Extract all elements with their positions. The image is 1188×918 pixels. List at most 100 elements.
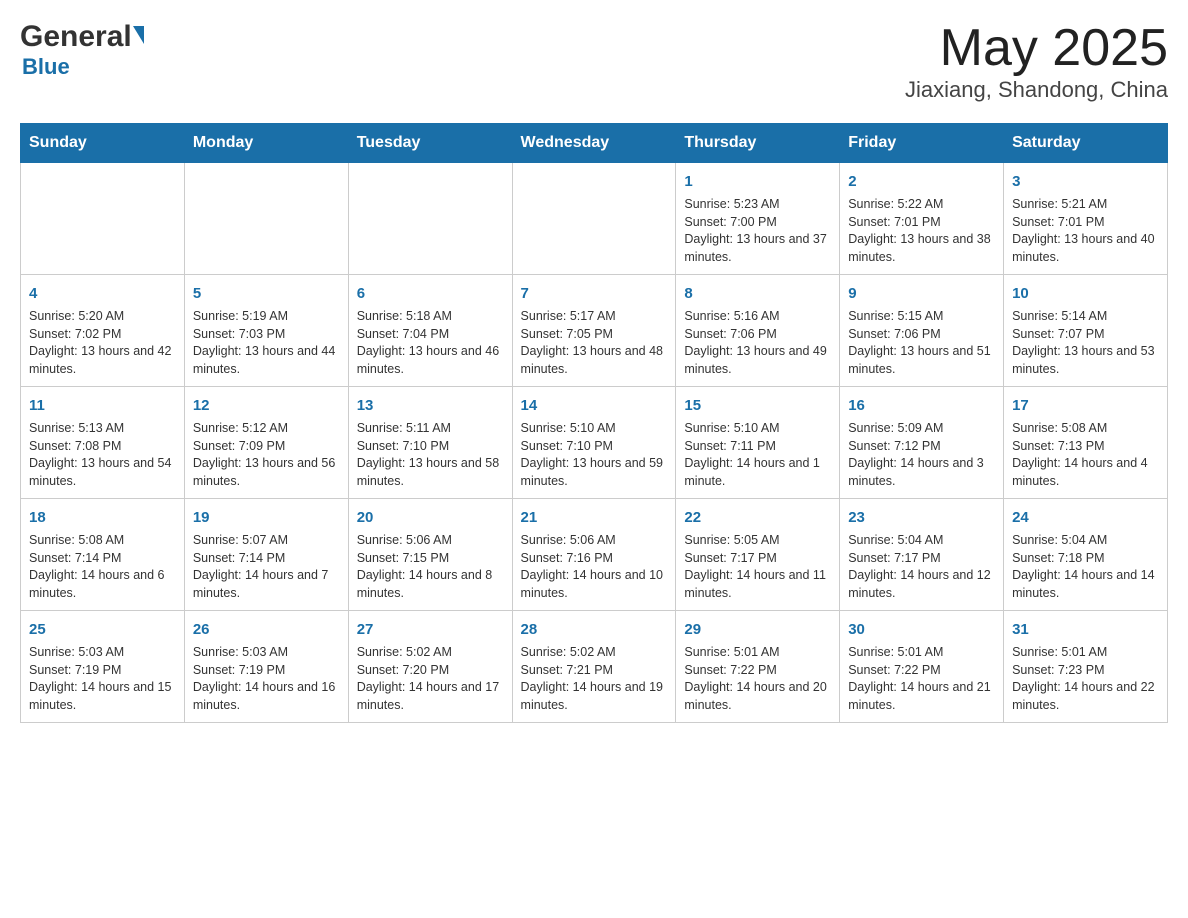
day-info: Sunrise: 5:10 AM Sunset: 7:10 PM Dayligh… [521,420,668,490]
day-number: 9 [848,283,995,304]
calendar-day-cell: 22Sunrise: 5:05 AM Sunset: 7:17 PM Dayli… [676,499,840,611]
day-info: Sunrise: 5:09 AM Sunset: 7:12 PM Dayligh… [848,420,995,490]
calendar-day-cell: 19 Sunrise: 5:07 AM Sunset: 7:14 PM Dayli… [184,499,348,611]
day-info: Sunrise: 5:03 AM Sunset: 7:19 PM Dayligh… [193,644,340,714]
day-info: Sunrise: 5:08 AM Sunset: 7:13 PM Dayligh… [1012,420,1159,490]
day-number: 26 [193,619,340,640]
day-number: 15 [684,395,831,416]
calendar-body: 1 Sunrise: 5:23 AM Sunset: 7:00 PM Daylig… [21,163,1168,723]
weekday-header-monday: Monday [184,124,348,163]
day-info: Sunrise: 5:18 AM Sunset: 7:04 PM Dayligh… [357,308,504,378]
calendar-day-cell [512,163,676,275]
calendar-day-cell: 11Sunrise: 5:13 AM Sunset: 7:08 PM Dayli… [21,387,185,499]
day-number: 4 [29,283,176,304]
calendar-day-cell: 20 Sunrise: 5:06 AM Sunset: 7:15 PM Dayli… [348,499,512,611]
day-number: 10 [1012,283,1159,304]
weekday-header-thursday: Thursday [676,124,840,163]
calendar-day-cell: 7 Sunrise: 5:17 AM Sunset: 7:05 PM Daylig… [512,275,676,387]
day-number: 5 [193,283,340,304]
weekday-header-saturday: Saturday [1004,124,1168,163]
calendar-day-cell: 15 Sunrise: 5:10 AM Sunset: 7:11 PM Dayli… [676,387,840,499]
page-header: General Blue May 2025 Jiaxiang, Shandong… [20,20,1168,103]
day-info: Sunrise: 5:12 AM Sunset: 7:09 PM Dayligh… [193,420,340,490]
day-number: 20 [357,507,504,528]
calendar-day-cell: 9 Sunrise: 5:15 AM Sunset: 7:06 PM Daylig… [840,275,1004,387]
day-number: 19 [193,507,340,528]
day-number: 23 [848,507,995,528]
calendar-day-cell: 16Sunrise: 5:09 AM Sunset: 7:12 PM Dayli… [840,387,1004,499]
calendar-day-cell: 13 Sunrise: 5:11 AM Sunset: 7:10 PM Dayli… [348,387,512,499]
calendar-day-cell [21,163,185,275]
day-info: Sunrise: 5:07 AM Sunset: 7:14 PM Dayligh… [193,532,340,602]
day-info: Sunrise: 5:04 AM Sunset: 7:18 PM Dayligh… [1012,532,1159,602]
weekday-header-row: SundayMondayTuesdayWednesdayThursdayFrid… [21,124,1168,163]
day-info: Sunrise: 5:01 AM Sunset: 7:22 PM Dayligh… [848,644,995,714]
day-info: Sunrise: 5:15 AM Sunset: 7:06 PM Dayligh… [848,308,995,378]
calendar-week-row: 18 Sunrise: 5:08 AM Sunset: 7:14 PM Dayli… [21,499,1168,611]
calendar-table: SundayMondayTuesdayWednesdayThursdayFrid… [20,123,1168,723]
calendar-day-cell: 24 Sunrise: 5:04 AM Sunset: 7:18 PM Dayli… [1004,499,1168,611]
calendar-day-cell: 31 Sunrise: 5:01 AM Sunset: 7:23 PM Dayli… [1004,611,1168,723]
day-number: 21 [521,507,668,528]
calendar-week-row: 25 Sunrise: 5:03 AM Sunset: 7:19 PM Dayli… [21,611,1168,723]
day-info: Sunrise: 5:20 AM Sunset: 7:02 PM Dayligh… [29,308,176,378]
calendar-header: SundayMondayTuesdayWednesdayThursdayFrid… [21,124,1168,163]
calendar-day-cell: 10 Sunrise: 5:14 AM Sunset: 7:07 PM Dayli… [1004,275,1168,387]
day-number: 31 [1012,619,1159,640]
calendar-day-cell: 17 Sunrise: 5:08 AM Sunset: 7:13 PM Dayli… [1004,387,1168,499]
logo-arrow-icon [133,26,144,44]
calendar-day-cell: 8Sunrise: 5:16 AM Sunset: 7:06 PM Daylig… [676,275,840,387]
calendar-day-cell: 29Sunrise: 5:01 AM Sunset: 7:22 PM Dayli… [676,611,840,723]
calendar-day-cell: 26 Sunrise: 5:03 AM Sunset: 7:19 PM Dayli… [184,611,348,723]
day-number: 30 [848,619,995,640]
logo: General Blue [20,20,144,80]
day-info: Sunrise: 5:05 AM Sunset: 7:17 PM Dayligh… [684,532,831,602]
calendar-day-cell: 30 Sunrise: 5:01 AM Sunset: 7:22 PM Dayli… [840,611,1004,723]
calendar-day-cell: 23 Sunrise: 5:04 AM Sunset: 7:17 PM Dayli… [840,499,1004,611]
day-number: 6 [357,283,504,304]
day-number: 14 [521,395,668,416]
calendar-day-cell: 3 Sunrise: 5:21 AM Sunset: 7:01 PM Daylig… [1004,163,1168,275]
day-info: Sunrise: 5:14 AM Sunset: 7:07 PM Dayligh… [1012,308,1159,378]
weekday-header-sunday: Sunday [21,124,185,163]
calendar-day-cell: 1 Sunrise: 5:23 AM Sunset: 7:00 PM Daylig… [676,163,840,275]
day-info: Sunrise: 5:10 AM Sunset: 7:11 PM Dayligh… [684,420,831,490]
day-number: 3 [1012,171,1159,192]
calendar-day-cell: 28 Sunrise: 5:02 AM Sunset: 7:21 PM Dayli… [512,611,676,723]
calendar-day-cell: 12 Sunrise: 5:12 AM Sunset: 7:09 PM Dayli… [184,387,348,499]
calendar-week-row: 11Sunrise: 5:13 AM Sunset: 7:08 PM Dayli… [21,387,1168,499]
day-number: 11 [29,395,176,416]
day-number: 28 [521,619,668,640]
day-number: 17 [1012,395,1159,416]
calendar-day-cell: 27 Sunrise: 5:02 AM Sunset: 7:20 PM Dayli… [348,611,512,723]
day-number: 13 [357,395,504,416]
day-info: Sunrise: 5:04 AM Sunset: 7:17 PM Dayligh… [848,532,995,602]
calendar-week-row: 4 Sunrise: 5:20 AM Sunset: 7:02 PM Daylig… [21,275,1168,387]
day-info: Sunrise: 5:16 AM Sunset: 7:06 PM Dayligh… [684,308,831,378]
day-number: 18 [29,507,176,528]
title-block: May 2025 Jiaxiang, Shandong, China [905,20,1168,103]
day-info: Sunrise: 5:21 AM Sunset: 7:01 PM Dayligh… [1012,196,1159,266]
weekday-header-tuesday: Tuesday [348,124,512,163]
day-info: Sunrise: 5:02 AM Sunset: 7:21 PM Dayligh… [521,644,668,714]
calendar-day-cell [348,163,512,275]
day-info: Sunrise: 5:17 AM Sunset: 7:05 PM Dayligh… [521,308,668,378]
day-info: Sunrise: 5:11 AM Sunset: 7:10 PM Dayligh… [357,420,504,490]
day-info: Sunrise: 5:06 AM Sunset: 7:15 PM Dayligh… [357,532,504,602]
day-info: Sunrise: 5:22 AM Sunset: 7:01 PM Dayligh… [848,196,995,266]
calendar-week-row: 1 Sunrise: 5:23 AM Sunset: 7:00 PM Daylig… [21,163,1168,275]
day-number: 24 [1012,507,1159,528]
day-number: 12 [193,395,340,416]
day-info: Sunrise: 5:01 AM Sunset: 7:23 PM Dayligh… [1012,644,1159,714]
day-info: Sunrise: 5:01 AM Sunset: 7:22 PM Dayligh… [684,644,831,714]
logo-general-text: General [20,20,132,54]
day-info: Sunrise: 5:08 AM Sunset: 7:14 PM Dayligh… [29,532,176,602]
calendar-day-cell: 25Sunrise: 5:03 AM Sunset: 7:19 PM Dayli… [21,611,185,723]
day-info: Sunrise: 5:02 AM Sunset: 7:20 PM Dayligh… [357,644,504,714]
day-number: 27 [357,619,504,640]
day-info: Sunrise: 5:23 AM Sunset: 7:00 PM Dayligh… [684,196,831,266]
day-number: 7 [521,283,668,304]
day-number: 25 [29,619,176,640]
day-number: 1 [684,171,831,192]
calendar-day-cell: 18 Sunrise: 5:08 AM Sunset: 7:14 PM Dayli… [21,499,185,611]
